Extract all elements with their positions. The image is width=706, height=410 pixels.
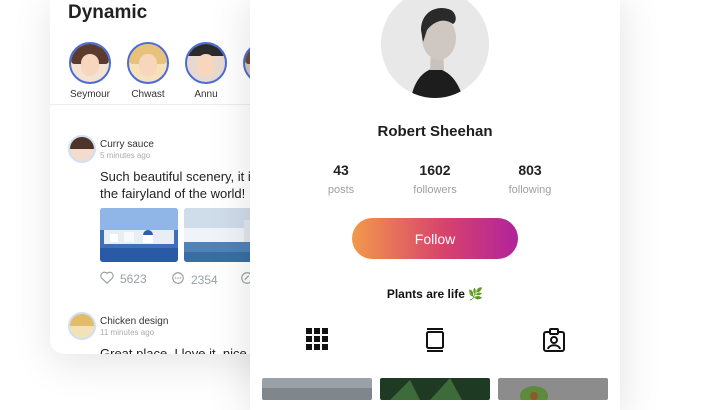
story-avatar (185, 42, 227, 84)
comment-count-value: 2354 (191, 272, 218, 287)
story-avatar (69, 42, 111, 84)
grid-photo[interactable] (262, 378, 372, 400)
stat-value: 803 (518, 162, 542, 178)
story-label: Seymour (69, 89, 110, 100)
tab-list[interactable] (425, 328, 445, 357)
profile-card: Robert Sheehan 43 posts 1602 followers 8… (250, 0, 620, 410)
comment-icon (171, 271, 185, 288)
post-photo[interactable] (100, 208, 178, 262)
grid-icon (306, 328, 328, 354)
stat-label: following (508, 184, 552, 196)
comment-count[interactable]: 2354 (171, 271, 218, 288)
like-count-value: 5623 (120, 272, 147, 286)
post-avatar[interactable] (68, 312, 96, 340)
stat-label: posts (327, 184, 355, 196)
post-avatar[interactable] (68, 135, 96, 163)
profile-name: Robert Sheehan (377, 123, 493, 140)
story-label: Annu (194, 89, 218, 100)
feed-title: Dynamic (68, 2, 148, 23)
post-author[interactable]: Chicken design (100, 316, 168, 327)
story-label: Chwast (131, 89, 165, 100)
profile-avatar[interactable] (381, 0, 489, 98)
stat-label: followers (413, 184, 457, 196)
post-time: 5 minutes ago (100, 151, 151, 160)
tab-grid[interactable] (306, 328, 328, 355)
story-annu[interactable]: Annu (176, 42, 236, 100)
like-count[interactable]: 5623 (100, 271, 147, 287)
profile-bio: Plants are life 🌿 (386, 287, 484, 301)
stat-posts[interactable]: 43 posts (296, 162, 386, 196)
story-avatar (127, 42, 169, 84)
tagged-contact-icon (543, 328, 565, 356)
post-text-line: the fairyland of the world! (100, 186, 246, 201)
follow-button[interactable]: Follow (352, 218, 518, 259)
story-chwast[interactable]: Chwast (118, 42, 178, 100)
tab-tagged[interactable] (543, 328, 565, 357)
story-seymour[interactable]: Seymour (60, 42, 120, 100)
list-icon (425, 328, 445, 356)
post-time: 11 minutes ago (100, 328, 155, 337)
post-author[interactable]: Curry sauce (100, 139, 154, 150)
stat-value: 1602 (419, 162, 451, 178)
stat-followers[interactable]: 1602 followers (390, 162, 480, 196)
post-text-line: Great place, I love it, nice (100, 346, 247, 354)
stat-value: 43 (333, 162, 349, 178)
grid-photo[interactable] (380, 378, 490, 400)
stat-following[interactable]: 803 following (485, 162, 575, 196)
heart-icon (100, 271, 114, 287)
grid-photo[interactable] (498, 378, 608, 400)
